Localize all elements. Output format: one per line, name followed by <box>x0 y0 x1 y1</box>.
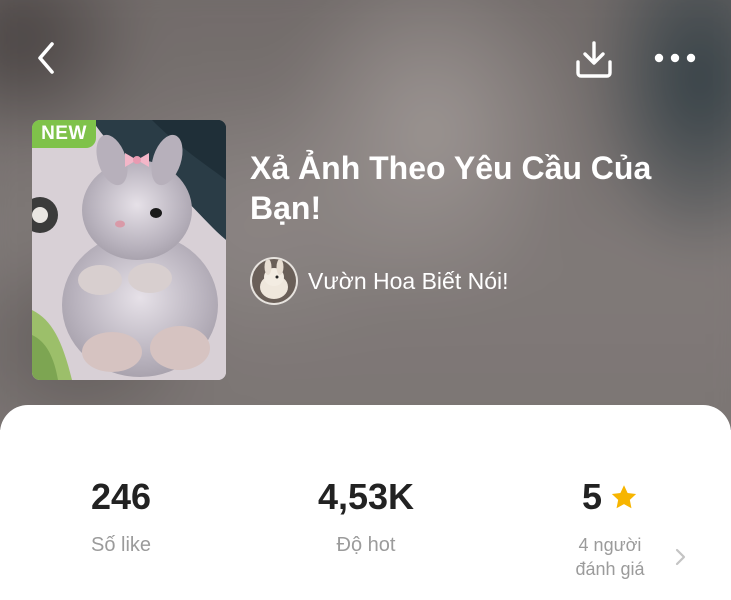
back-button[interactable] <box>24 36 68 80</box>
avatar <box>250 257 298 305</box>
author-avatar-image <box>252 259 296 303</box>
album-cover[interactable]: NEW <box>32 120 226 380</box>
stat-likes: 246 Số like <box>21 475 221 557</box>
stats-panel: 246 Số like 4,53K Độ hot 5 4 người đánh … <box>0 405 731 600</box>
new-badge: NEW <box>32 120 96 148</box>
more-horizontal-icon <box>654 53 696 63</box>
download-icon <box>576 41 612 78</box>
bunny-cover-image <box>32 120 226 380</box>
rating-value: 5 <box>581 476 603 517</box>
chevron-right-icon[interactable] <box>672 545 690 569</box>
top-bar <box>0 0 731 110</box>
more-options-button[interactable] <box>650 36 700 80</box>
author-name: Vườn Hoa Biết Nói! <box>308 267 509 294</box>
star-icon <box>611 484 637 508</box>
hot-label: Độ hot <box>336 534 396 556</box>
likes-value: 246 <box>90 476 152 517</box>
author-row[interactable]: Vườn Hoa Biết Nói! <box>250 256 509 306</box>
rating-value-row: 5 <box>582 475 638 519</box>
chevron-left-icon <box>38 42 54 74</box>
download-button[interactable] <box>570 36 618 82</box>
stat-hot: 4,53K Độ hot <box>266 475 466 557</box>
likes-label: Số like <box>90 534 152 556</box>
album-title: Xả Ảnh Theo Yêu Cầu Của Bạn! <box>250 150 652 226</box>
hot-value: 4,53K <box>317 476 415 517</box>
